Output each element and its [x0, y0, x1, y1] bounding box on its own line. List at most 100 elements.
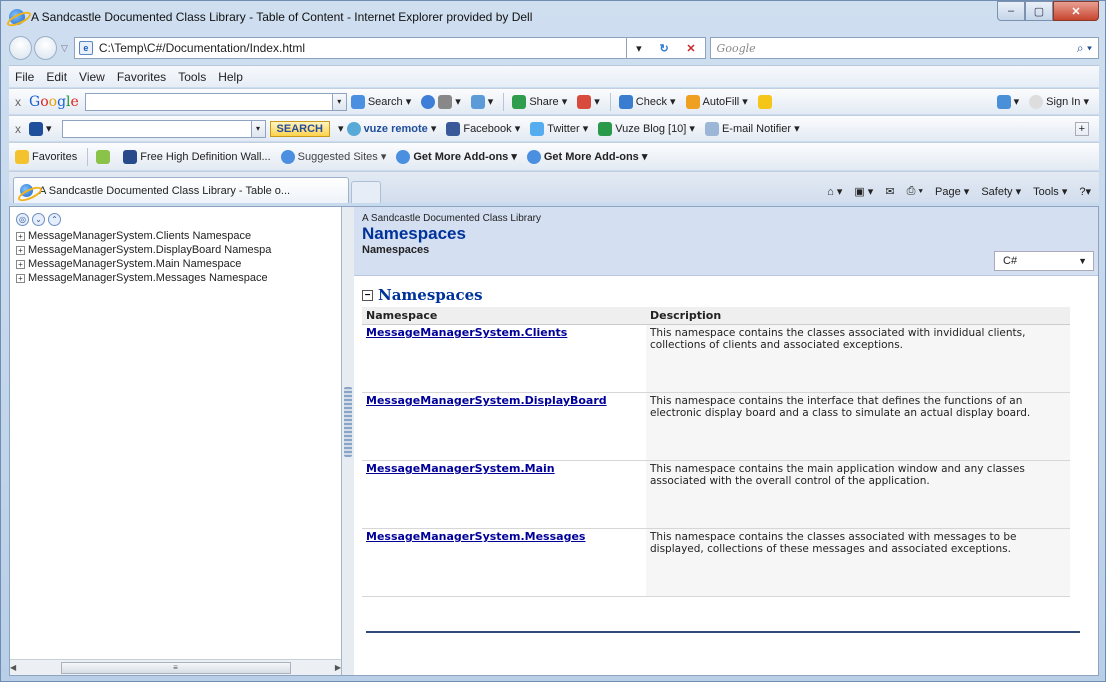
- share-label: Share: [529, 95, 559, 108]
- menu-file[interactable]: File: [15, 70, 34, 84]
- suggested-sites-button[interactable]: Suggested Sites ▾: [280, 149, 386, 164]
- toolbar-button[interactable]: ▾: [577, 94, 600, 109]
- search-icon[interactable]: ⌕ ▾: [1077, 41, 1092, 56]
- feeds-button[interactable]: ▣ ▾: [854, 185, 873, 198]
- tree-node[interactable]: + MessageManagerSystem.Clients Namespace: [16, 229, 341, 243]
- vuze-logo-button[interactable]: ▾: [29, 121, 52, 136]
- namespace-link[interactable]: MessageManagerSystem.Main: [366, 462, 555, 475]
- highlight-button[interactable]: [757, 94, 775, 109]
- tree-node[interactable]: + MessageManagerSystem.Messages Namespace: [16, 271, 341, 285]
- tree-node[interactable]: + MessageManagerSystem.Main Namespace: [16, 257, 341, 271]
- safety-menu[interactable]: Safety ▾: [981, 185, 1021, 198]
- autofill-button[interactable]: AutoFill ▾: [685, 94, 748, 109]
- toolbar-button[interactable]: ▾: [421, 94, 461, 109]
- mail-button[interactable]: ✉: [885, 185, 894, 198]
- tree-node[interactable]: + MessageManagerSystem.DisplayBoard Names…: [16, 243, 341, 257]
- horizontal-scrollbar[interactable]: ◀ ≡ ▶: [10, 659, 341, 675]
- favorites-button[interactable]: Favorites: [15, 149, 78, 164]
- description-cell: This namespace contains the main applica…: [646, 460, 1070, 529]
- favorites-label: Favorites: [32, 150, 78, 163]
- expand-all-icon[interactable]: ⌄: [32, 213, 45, 226]
- vuze-logo-icon: [29, 121, 43, 136]
- menu-view[interactable]: View: [79, 70, 105, 84]
- minimize-button[interactable]: –: [997, 1, 1025, 21]
- menu-favorites[interactable]: Favorites: [117, 70, 166, 84]
- close-button[interactable]: ✕: [1053, 1, 1099, 21]
- facebook-button[interactable]: Facebook ▾: [446, 121, 520, 136]
- menu-help[interactable]: Help: [218, 70, 243, 84]
- google-search-dropdown-icon[interactable]: ▾: [332, 92, 347, 111]
- expand-icon[interactable]: +: [16, 246, 25, 255]
- vuze-search-button[interactable]: SEARCH: [269, 120, 330, 137]
- pencil-icon: [757, 94, 772, 109]
- namespace-link[interactable]: MessageManagerSystem.DisplayBoard: [366, 394, 607, 407]
- separator: [609, 92, 611, 111]
- sign-in-button[interactable]: Sign In ▾: [1029, 94, 1089, 109]
- history-dropdown-icon[interactable]: ▽: [61, 43, 68, 54]
- vuze-blog-button[interactable]: Vuze Blog [10] ▾: [598, 121, 695, 136]
- tools-menu[interactable]: Tools ▾: [1033, 185, 1067, 198]
- google-logo: Google: [29, 93, 79, 110]
- close-toolbar-icon[interactable]: x: [15, 122, 21, 136]
- namespace-link[interactable]: MessageManagerSystem.Messages: [366, 530, 585, 543]
- vuze-toolbar: x ▾ ▾ SEARCH ▾ vuze remote ▾ Facebook ▾ …: [9, 115, 1099, 141]
- menu-edit[interactable]: Edit: [46, 70, 67, 84]
- new-tab-button[interactable]: [351, 181, 381, 203]
- language-select[interactable]: C# ▼: [994, 251, 1094, 271]
- site-icon: [123, 149, 138, 164]
- help-button[interactable]: ?▾: [1079, 185, 1091, 198]
- address-tools: ▾ ↻ ✕: [627, 37, 706, 59]
- tab-active[interactable]: A Sandcastle Documented Class Library - …: [13, 177, 349, 203]
- address-dropdown-icon[interactable]: ▾: [636, 42, 642, 55]
- google-search-input[interactable]: [84, 92, 333, 111]
- scroll-right-icon[interactable]: ▶: [335, 663, 341, 672]
- stop-icon[interactable]: ✕: [686, 42, 695, 55]
- expand-icon[interactable]: +: [16, 274, 25, 283]
- address-bar[interactable]: e C:\Temp\C#/Documentation/Index.html: [73, 37, 628, 59]
- twitter-button[interactable]: Twitter ▾: [530, 121, 588, 136]
- email-notifier-button[interactable]: E-mail Notifier ▾: [704, 121, 800, 136]
- title-bar: A Sandcastle Documented Class Library - …: [1, 1, 1105, 33]
- scroll-thumb[interactable]: ≡: [60, 661, 291, 674]
- check-label: Check: [635, 95, 667, 108]
- toolbar-button[interactable]: ▾: [470, 94, 493, 109]
- ie-tab-icon: [20, 184, 33, 197]
- get-addons-button[interactable]: Get More Add-ons ▾: [526, 149, 647, 164]
- back-button[interactable]: [9, 36, 32, 60]
- page-menu[interactable]: Page ▾: [935, 185, 969, 198]
- namespace-cell: MessageManagerSystem.Messages: [362, 528, 646, 597]
- search-box[interactable]: Google ⌕ ▾: [709, 37, 1100, 59]
- autofill-icon: [685, 94, 700, 109]
- add-favorite-button[interactable]: [96, 149, 113, 164]
- pane-splitter[interactable]: [342, 207, 354, 675]
- page-subtitle: Namespaces: [362, 244, 430, 256]
- google-search-button[interactable]: Search ▾: [350, 94, 411, 109]
- expand-icon[interactable]: +: [16, 232, 25, 241]
- expand-icon[interactable]: +: [16, 260, 25, 269]
- splitter-grip[interactable]: [344, 387, 352, 457]
- get-addons-button[interactable]: Get More Add-ons ▾: [396, 149, 517, 164]
- home-button[interactable]: ⌂ ▾: [827, 185, 842, 198]
- print-button[interactable]: ⎙ ▾: [907, 185, 923, 198]
- address-text: C:\Temp\C#/Documentation/Index.html: [98, 41, 305, 55]
- favorite-link[interactable]: Free High Definition Wall...: [123, 149, 271, 164]
- forward-button[interactable]: [33, 36, 57, 60]
- sync-toc-icon[interactable]: ◎: [16, 213, 29, 226]
- section-title[interactable]: − Namespaces: [362, 286, 1090, 304]
- vuze-search-dropdown-icon[interactable]: ▾: [251, 119, 266, 138]
- collapse-all-icon[interactable]: ⌃: [48, 213, 61, 226]
- vuze-remote-button[interactable]: ▾ vuze remote ▾: [338, 121, 436, 136]
- share-button[interactable]: Share ▾: [512, 94, 567, 109]
- close-toolbar-icon[interactable]: x: [15, 95, 21, 109]
- scroll-left-icon[interactable]: ◀: [10, 663, 16, 672]
- check-button[interactable]: Check ▾: [618, 94, 676, 109]
- menu-tools[interactable]: Tools: [178, 70, 206, 84]
- maximize-button[interactable]: ▢: [1025, 1, 1053, 21]
- vuze-search-input[interactable]: [61, 119, 252, 138]
- namespace-link[interactable]: MessageManagerSystem.Clients: [366, 326, 567, 339]
- tab-row: A Sandcastle Documented Class Library - …: [9, 171, 1099, 203]
- settings-button[interactable]: ▾: [996, 94, 1019, 109]
- collapse-icon[interactable]: −: [362, 289, 373, 301]
- add-toolbar-button[interactable]: +: [1074, 121, 1089, 136]
- refresh-icon[interactable]: ↻: [659, 42, 668, 55]
